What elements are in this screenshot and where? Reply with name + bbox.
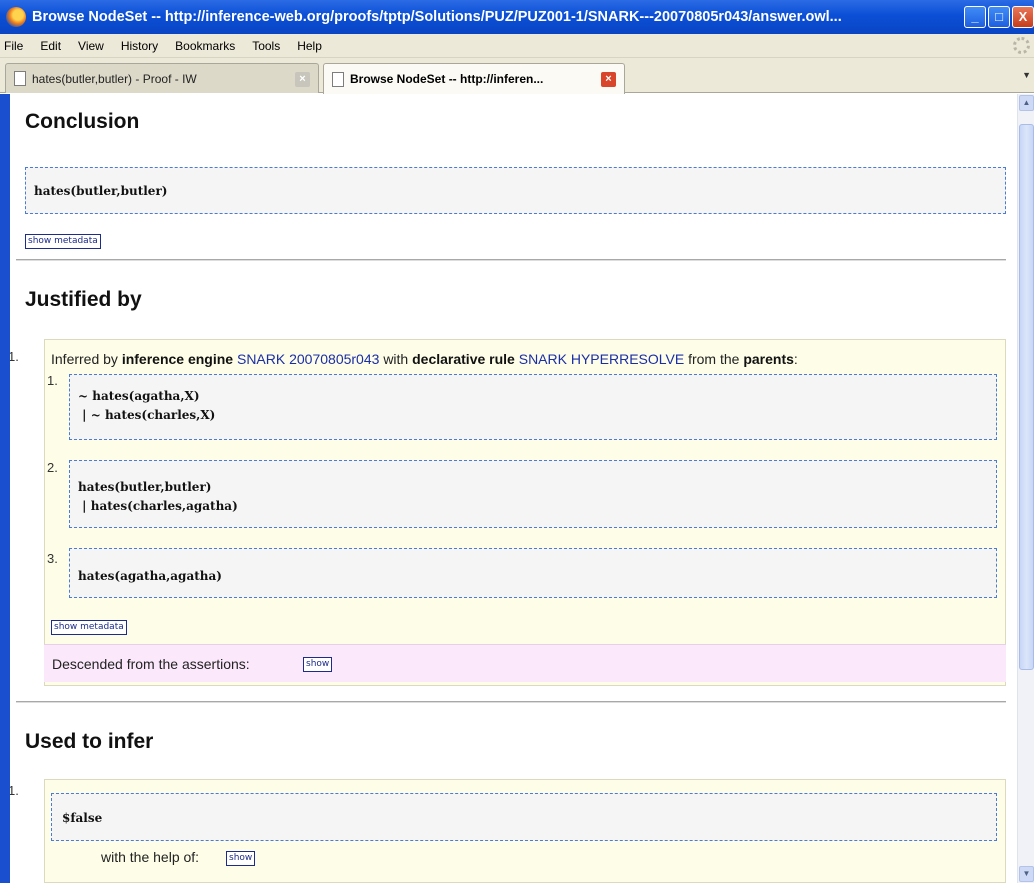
divider [16,701,1006,703]
menu-bookmarks[interactable]: Bookmarks [175,39,235,53]
scroll-up-icon[interactable]: ▲ [1019,95,1034,111]
descended-panel: Descended from the assertions: show [44,644,1006,682]
rule-link[interactable]: SNARK HYPERRESOLVE [519,351,684,367]
window-title-bar: Browse NodeSet -- http://inference-web.o… [0,0,1034,34]
conclusion-formula: hates(butler,butler) [34,184,168,198]
scrollbar-thumb[interactable] [1019,124,1034,670]
menu-history[interactable]: History [121,39,158,53]
parent-number: 2. [47,460,58,475]
throbber-icon [1013,37,1030,54]
window-title: Browse NodeSet -- http://inference-web.o… [32,9,842,25]
menu-tools[interactable]: Tools [252,39,280,53]
maximize-button[interactable]: □ [988,6,1010,28]
parent-formula-line: | ~ hates(charles,X) [78,408,216,422]
page-content: Conclusion hates(butler,butler) show met… [10,94,1017,883]
justification-description: Inferred by inference engine SNARK 20070… [51,351,798,367]
menu-bar: File Edit View History Bookmarks Tools H… [0,34,1034,58]
show-help-button[interactable]: show [226,851,256,866]
tab-close-icon[interactable]: × [601,72,616,87]
parent-formula-box: ~ hates(agatha,X) | ~ hates(charles,X) [69,374,997,440]
parent-formula-line: hates(butler,butler) [78,480,212,494]
parent-formula-box: hates(agatha,agatha) [69,548,997,598]
tab-close-icon[interactable]: × [295,72,310,87]
justification-number: 1. [10,349,19,364]
tab-list-arrow-icon[interactable]: ▼ [1022,70,1031,80]
tab-label: Browse NodeSet -- http://inferen... [350,72,544,86]
parent-number: 3. [47,551,58,566]
menu-help[interactable]: Help [297,39,322,53]
parent-formula-line: ~ hates(agatha,X) [78,389,200,403]
tab-bar: hates(butler,butler) - Proof - IW × Brow… [0,58,1034,94]
used-number: 1. [10,783,19,798]
descended-label: Descended from the assertions: [52,656,250,672]
tab-label: hates(butler,butler) - Proof - IW [32,71,197,86]
used-heading: Used to infer [25,730,154,753]
help-label: with the help of: [101,849,200,865]
show-metadata-button[interactable]: show metadata [25,234,101,249]
parent-formula-line: | hates(charles,agatha) [78,499,238,513]
minimize-button[interactable]: _ [964,6,986,28]
menu-view[interactable]: View [78,39,104,53]
show-metadata-button[interactable]: show metadata [51,620,127,635]
tab-browse-nodeset[interactable]: Browse NodeSet -- http://inferen... × [323,63,625,94]
conclusion-formula-box: hates(butler,butler) [25,167,1006,214]
justified-heading: Justified by [25,288,142,311]
firefox-logo-icon [6,7,26,27]
close-window-button[interactable]: X [1012,6,1034,28]
show-assertions-button[interactable]: show [303,657,333,672]
engine-link[interactable]: SNARK 20070805r043 [237,351,379,367]
menu-edit[interactable]: Edit [40,39,61,53]
document-icon [332,71,344,87]
document-icon [14,71,26,86]
tab-proof[interactable]: hates(butler,butler) - Proof - IW × [5,63,319,93]
parent-formula-box: hates(butler,butler) | hates(charles,aga… [69,460,997,528]
used-formula-box: $false [51,793,997,841]
divider [16,259,1006,261]
scroll-down-icon[interactable]: ▼ [1019,866,1034,882]
vertical-scrollbar[interactable]: ▲ ▼ [1017,94,1034,883]
parent-formula-line: hates(agatha,agatha) [78,569,222,583]
window-frame [0,94,10,883]
conclusion-heading: Conclusion [25,110,140,133]
used-formula: $false [62,811,103,825]
parent-number: 1. [47,373,58,388]
menu-file[interactable]: File [4,39,23,53]
